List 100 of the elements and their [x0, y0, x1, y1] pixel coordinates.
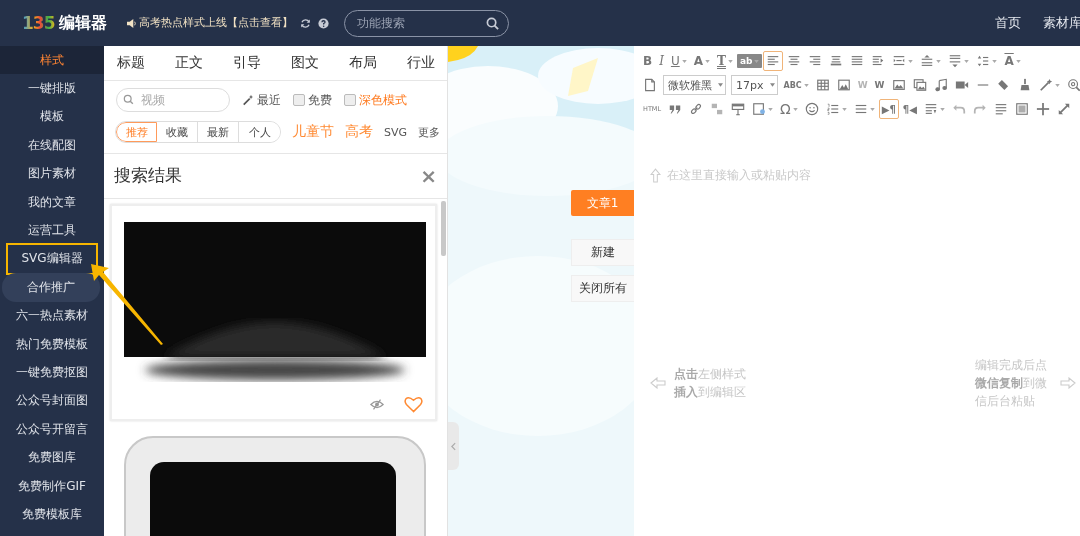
- bullet-list-icon: [853, 102, 868, 116]
- caret-icon: [841, 107, 847, 111]
- search-icon: [123, 94, 134, 105]
- letter-spacing-button[interactable]: A: [1001, 51, 1024, 71]
- sidebar-item[interactable]: 六一热点素材: [0, 301, 104, 330]
- font-color-button[interactable]: A: [690, 51, 713, 71]
- sidebar-item[interactable]: 在线配图: [0, 131, 104, 160]
- category-tab[interactable]: 正文: [175, 54, 203, 72]
- caret-icon: [792, 107, 798, 111]
- collapse-handle[interactable]: [448, 422, 459, 470]
- sidebar-item[interactable]: 合作推广: [2, 273, 100, 302]
- caret-icon: [1015, 59, 1021, 63]
- text-border-button[interactable]: T: [714, 51, 736, 71]
- sidebar-item[interactable]: 公众号开留言: [0, 415, 104, 444]
- page-icon: [643, 78, 657, 92]
- indent-both-icon: [892, 54, 907, 68]
- category-tab[interactable]: 行业: [407, 54, 435, 72]
- font-dropdown[interactable]: 微软雅黑: [663, 75, 726, 95]
- spacing-bottom-icon: [948, 54, 963, 68]
- spellcheck-button[interactable]: ABC: [780, 75, 812, 95]
- caret-icon: [754, 59, 760, 63]
- announcement-link[interactable]: 高考热点样式上线【点击查看】: [139, 16, 293, 30]
- caret-icon: [964, 59, 970, 63]
- speaker-icon: [126, 18, 137, 28]
- sidebar-item[interactable]: 免费图库: [0, 443, 104, 472]
- image-icon: [891, 78, 906, 92]
- direction-button[interactable]: ▶¶: [878, 99, 899, 119]
- sidebar-item[interactable]: 我的文章: [0, 187, 104, 217]
- category-tab[interactable]: 布局: [349, 54, 377, 72]
- category-tab[interactable]: 引导: [233, 54, 261, 72]
- caret-icon: [869, 107, 875, 111]
- eraser-icon: [996, 78, 1011, 92]
- close-button[interactable]: ×: [420, 166, 437, 186]
- results-title: 搜索结果: [114, 165, 182, 187]
- caret-icon: [908, 59, 914, 63]
- frame-icon: [731, 102, 746, 116]
- search-icon[interactable]: [486, 16, 499, 30]
- music-icon: [933, 78, 948, 92]
- bold-button[interactable]: B: [640, 51, 656, 71]
- scrollbar[interactable]: [441, 201, 446, 256]
- right-arrow-icon: [1059, 377, 1076, 389]
- align-right-icon: [808, 54, 823, 68]
- up-arrow-icon: [650, 168, 661, 183]
- sidebar-item[interactable]: 图片素材: [0, 159, 104, 188]
- justify-icon: [850, 54, 865, 68]
- lines-icon: [993, 102, 1008, 116]
- topic-link[interactable]: 更多: [418, 124, 441, 140]
- filter-checkbox[interactable]: 免费: [293, 91, 332, 109]
- caret-icon: [705, 59, 710, 63]
- hidden-eye-icon[interactable]: [370, 399, 384, 410]
- nav-link[interactable]: 首页: [994, 14, 1021, 32]
- sidebar-item[interactable]: 热门免费模板: [0, 329, 104, 359]
- italic-button[interactable]: I: [656, 51, 667, 71]
- expand-icon: [1056, 102, 1071, 116]
- template-card[interactable]: [110, 204, 437, 421]
- document-button[interactable]: 关闭所有: [571, 275, 634, 302]
- line-height-icon: [976, 54, 991, 68]
- category-tab[interactable]: 标题: [117, 54, 145, 72]
- recent-button[interactable]: 最近: [242, 91, 281, 109]
- wand-icon: [1038, 78, 1053, 92]
- size-dropdown[interactable]: 17px: [731, 75, 778, 95]
- align-center-icon: [787, 54, 802, 68]
- document-button[interactable]: 新建: [571, 239, 634, 266]
- sidebar-item[interactable]: 一键免费抠图: [0, 358, 104, 387]
- align-bottom-icon: [829, 54, 844, 68]
- help-icon[interactable]: [318, 17, 329, 29]
- direction-button[interactable]: ¶◀: [899, 99, 920, 119]
- word-button[interactable]: W: [871, 75, 888, 95]
- caret-icon: [727, 59, 733, 63]
- spacing-top-icon: [920, 54, 935, 68]
- paragraph-icon: [923, 102, 938, 116]
- sidebar-item[interactable]: 模板: [0, 102, 104, 132]
- topic-link[interactable]: SVG: [384, 125, 408, 139]
- sidebar-item[interactable]: 一键排版: [0, 74, 104, 103]
- sidebar-item[interactable]: 样式: [0, 46, 104, 75]
- heart-icon[interactable]: [404, 396, 423, 413]
- template-icon: [752, 102, 767, 116]
- caret-icon: [803, 83, 809, 87]
- smiley-icon: [804, 102, 819, 116]
- sidebar-item[interactable]: 公众号封面图: [0, 386, 104, 416]
- refresh-icon[interactable]: [300, 17, 311, 29]
- caret-icon: [992, 59, 998, 63]
- indent-icon: [871, 54, 886, 68]
- caret-icon: [681, 59, 687, 63]
- redo-icon: [972, 102, 987, 116]
- sidebar-item[interactable]: 免费制作GIF: [0, 471, 104, 501]
- category-tab[interactable]: 图文: [291, 54, 319, 72]
- checkbox[interactable]: [344, 94, 356, 106]
- sidebar-item[interactable]: 免费模板库: [0, 500, 104, 529]
- align-left-button[interactable]: [763, 51, 784, 71]
- align-left-icon: [766, 54, 781, 68]
- underline-button[interactable]: U: [667, 51, 690, 71]
- symbol-button[interactable]: Ω: [777, 99, 801, 119]
- caret-icon: [1054, 83, 1060, 87]
- caret-icon: [769, 83, 775, 87]
- sidebar-item[interactable]: 运营工具: [0, 216, 104, 245]
- highlight-button[interactable]: ab: [736, 54, 763, 68]
- caret-icon: [718, 83, 723, 87]
- search-field[interactable]: 功能搜索: [344, 9, 509, 37]
- checkbox[interactable]: [293, 94, 305, 106]
